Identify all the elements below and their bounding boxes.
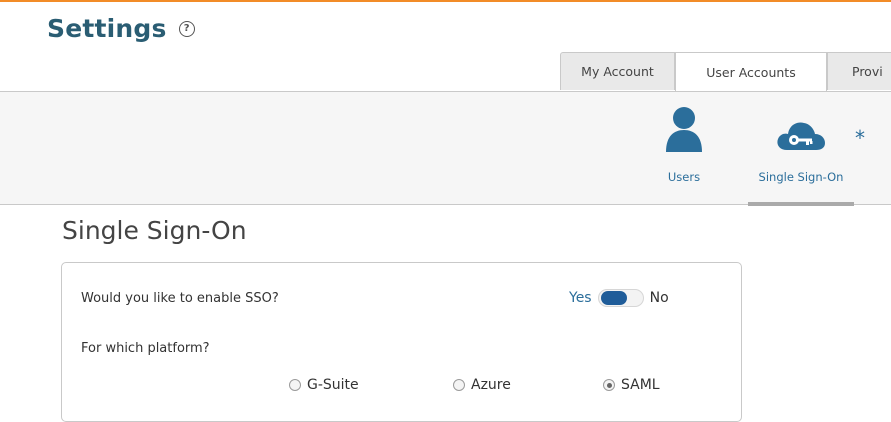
active-indicator [748, 202, 854, 206]
subnav-label-single-sign-on: Single Sign-On [758, 170, 844, 184]
enable-sso-toggle-group: Yes No [569, 289, 669, 307]
tab-my-account[interactable]: My Account [560, 52, 675, 90]
changed-marker: * [855, 126, 865, 150]
tab-provi[interactable]: Provi [827, 52, 891, 90]
radio-g-suite[interactable] [289, 379, 301, 391]
radio-option-g-suite[interactable]: G-Suite [289, 377, 359, 393]
tab-user-accounts[interactable]: User Accounts [675, 52, 827, 92]
subnav-item-single-sign-on[interactable]: * Single Sign-On [748, 106, 865, 206]
radio-azure[interactable] [453, 379, 465, 391]
subnav-label-users: Users [667, 170, 701, 184]
user-accounts-subnav: Users * Single Sign-On [0, 91, 891, 206]
question-circle-icon[interactable]: ? [178, 20, 195, 37]
enable-sso-question: Would you like to enable SSO? [81, 291, 279, 306]
radio-label-g-suite: G-Suite [307, 377, 359, 393]
cloud-key-icon [777, 122, 825, 150]
page-title: Settings [47, 14, 167, 43]
sso-settings-card: Would you like to enable SSO? Yes No For… [61, 262, 742, 422]
enable-sso-toggle[interactable] [597, 289, 644, 307]
radio-label-saml: SAML [621, 377, 660, 393]
radio-option-saml[interactable]: SAML [603, 377, 660, 393]
user-icon [666, 107, 702, 152]
subnav-item-users[interactable]: Users [655, 106, 713, 184]
toggle-no-label: No [649, 290, 669, 306]
settings-tabs: My Account User Accounts Provi [560, 52, 891, 92]
platform-question: For which platform? [81, 341, 210, 356]
toggle-yes-label: Yes [569, 290, 592, 306]
radio-saml[interactable] [603, 379, 615, 391]
radio-option-azure[interactable]: Azure [453, 377, 511, 393]
top-accent-bar [0, 0, 891, 2]
section-title: Single Sign-On [62, 216, 247, 245]
radio-label-azure: Azure [471, 377, 511, 393]
page-header: Settings ? [47, 14, 195, 43]
toggle-knob [600, 291, 627, 305]
